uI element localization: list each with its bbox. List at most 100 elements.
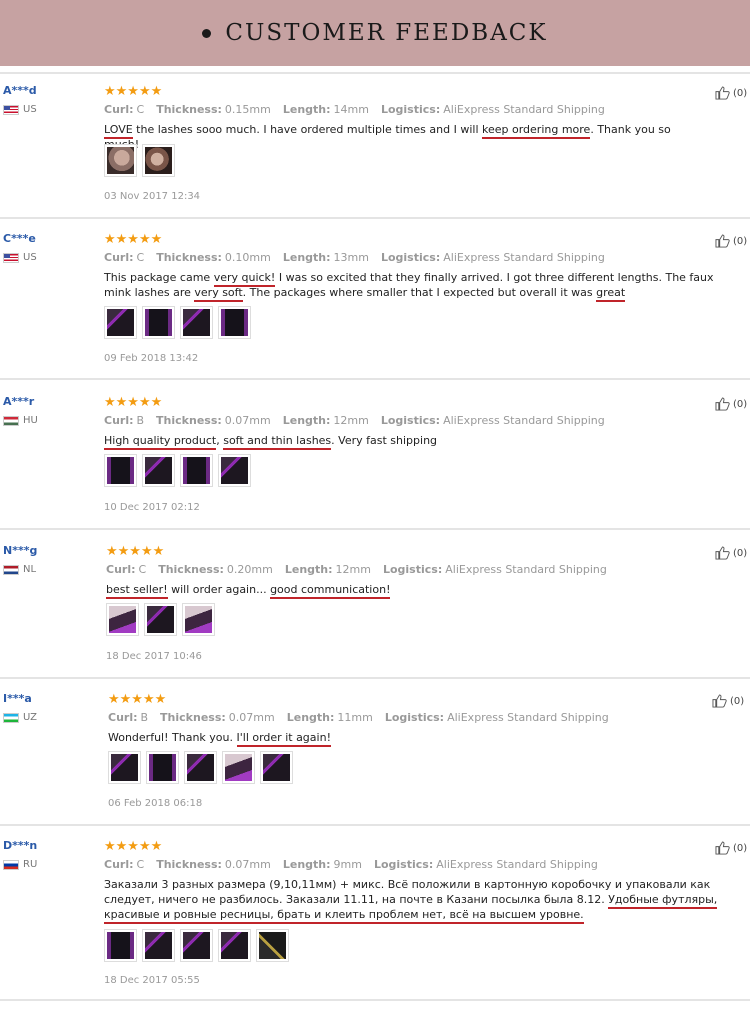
review-photo[interactable] — [142, 144, 175, 177]
highlighted-phrase: LOVE — [104, 123, 133, 139]
reviewer-country: NL — [3, 564, 36, 575]
thickness-value: 0.20mm — [226, 563, 273, 576]
divider — [0, 528, 750, 530]
banner-title-row: CUSTOMER FEEDBACK — [202, 20, 547, 46]
thumbs-up-icon — [715, 86, 730, 100]
photo-image — [185, 606, 212, 633]
thickness-label: Thickness: — [156, 103, 222, 116]
photo-image — [259, 932, 286, 959]
divider — [0, 72, 750, 74]
country-code: US — [23, 252, 37, 263]
review-photo[interactable] — [182, 603, 215, 636]
curl-value: C — [136, 251, 145, 264]
helpful-count: (0) — [730, 695, 745, 707]
feedback-banner: CUSTOMER FEEDBACK — [0, 0, 750, 66]
thickness-value: 0.07mm — [228, 711, 275, 724]
helpful-button[interactable]: (0) — [715, 397, 747, 411]
review-photo[interactable] — [104, 454, 137, 487]
reviewer-country: UZ — [3, 712, 37, 723]
logistics-value: AliExpress Standard Shipping — [443, 251, 605, 264]
review-photo[interactable] — [142, 929, 175, 962]
review-photos — [104, 454, 251, 487]
photo-image — [107, 147, 134, 174]
review-photo[interactable] — [104, 929, 137, 962]
review-photos — [104, 144, 175, 177]
reviewer-country: US — [3, 104, 37, 115]
length-value: 14mm — [333, 103, 369, 116]
curl-label: Curl: — [104, 858, 134, 871]
helpful-button[interactable]: (0) — [715, 546, 747, 560]
photo-image — [107, 932, 134, 959]
review-photo[interactable] — [222, 751, 255, 784]
length-label: Length: — [282, 858, 331, 871]
review-photo[interactable] — [218, 306, 251, 339]
review-photo[interactable] — [142, 454, 175, 487]
photo-image — [263, 754, 290, 781]
review-photo[interactable] — [106, 603, 139, 636]
review-photo[interactable] — [108, 751, 141, 784]
logistics-label: Logistics: — [382, 563, 443, 576]
star-rating: ★★★★★ — [104, 84, 163, 99]
logistics-value: AliExpress Standard Shipping — [443, 414, 605, 427]
thickness-label: Thickness: — [158, 563, 224, 576]
logistics-value: AliExpress Standard Shipping — [447, 711, 609, 724]
helpful-button[interactable]: (0) — [715, 841, 747, 855]
helpful-button[interactable]: (0) — [712, 694, 744, 708]
star-rating: ★★★★★ — [104, 395, 163, 410]
photo-image — [111, 754, 138, 781]
helpful-count: (0) — [733, 87, 748, 99]
review-photo[interactable] — [218, 929, 251, 962]
thickness-label: Thickness: — [156, 251, 222, 264]
review-photo[interactable] — [142, 306, 175, 339]
curl-label: Curl: — [106, 563, 136, 576]
review-photo[interactable] — [256, 929, 289, 962]
photo-image — [183, 932, 210, 959]
thickness-label: Thickness: — [160, 711, 226, 724]
review-photo[interactable] — [180, 306, 213, 339]
review-photo[interactable] — [260, 751, 293, 784]
review-photo[interactable] — [104, 306, 137, 339]
review-photo[interactable] — [180, 929, 213, 962]
review-text-segment: . The packages where smaller that I expe… — [242, 286, 597, 299]
helpful-count: (0) — [733, 547, 748, 559]
helpful-button[interactable]: (0) — [715, 86, 747, 100]
length-label: Length: — [282, 414, 331, 427]
length-label: Length: — [282, 251, 331, 264]
review-photo[interactable] — [180, 454, 213, 487]
highlighted-phrase: keep ordering more — [482, 123, 591, 139]
photo-image — [145, 932, 172, 959]
review-text: best seller! will order again... good co… — [106, 582, 726, 599]
reviewer-name: C***e — [3, 232, 36, 245]
review-photo[interactable] — [104, 144, 137, 177]
curl-value: B — [136, 414, 145, 427]
divider — [0, 217, 750, 219]
divider — [0, 824, 750, 826]
reviewer-country: RU — [3, 859, 37, 870]
star-rating: ★★★★★ — [104, 232, 163, 247]
review-photo[interactable] — [184, 751, 217, 784]
reviewer-name: I***a — [3, 692, 32, 705]
order-details: Curl: C Thickness: 0.20mm Length: 12mm Logisti… — [106, 563, 607, 576]
thumbs-up-icon — [715, 546, 730, 560]
flag-icon — [3, 712, 19, 723]
review-text: This package came very quick! I was so e… — [104, 270, 734, 302]
order-details: Curl: B Thickness: 0.07mm Length: 12mm Logisti… — [104, 414, 605, 427]
helpful-button[interactable]: (0) — [715, 234, 747, 248]
length-value: 9mm — [333, 858, 362, 871]
review-photo[interactable] — [144, 603, 177, 636]
photo-image — [221, 309, 248, 336]
photo-image — [107, 309, 134, 336]
highlighted-phrase: best seller! — [106, 583, 168, 599]
helpful-count: (0) — [733, 398, 748, 410]
flag-icon — [3, 104, 19, 115]
curl-label: Curl: — [108, 711, 138, 724]
curl-label: Curl: — [104, 103, 134, 116]
thumbs-up-icon — [712, 694, 727, 708]
country-code: UZ — [23, 712, 37, 723]
country-code: NL — [23, 564, 37, 575]
logistics-label: Logistics: — [373, 858, 434, 871]
review-photo[interactable] — [146, 751, 179, 784]
curl-value: C — [136, 103, 145, 116]
logistics-value: AliExpress Standard Shipping — [436, 858, 598, 871]
review-photo[interactable] — [218, 454, 251, 487]
